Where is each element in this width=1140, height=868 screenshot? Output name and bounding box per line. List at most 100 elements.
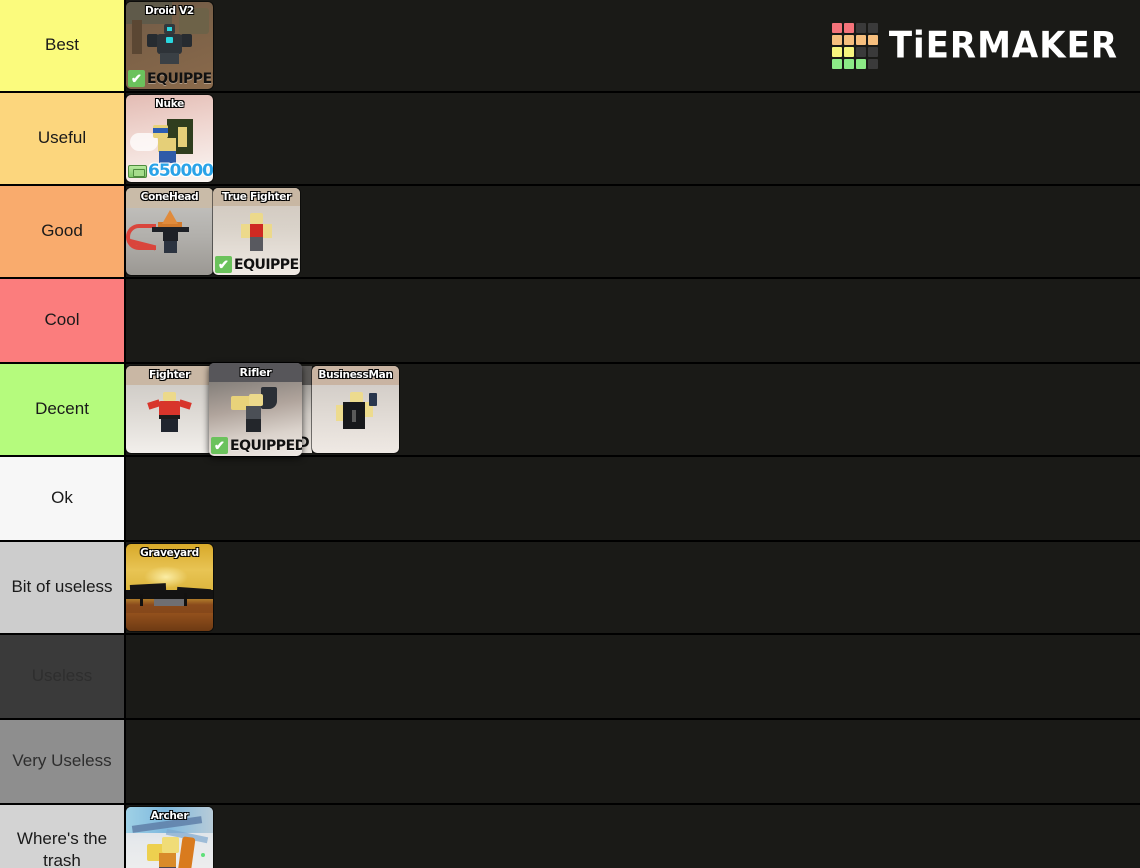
tier-item-container[interactable] [126,279,1140,362]
art-part [162,836,179,853]
art-part [166,37,173,43]
logo-grid-cell [867,22,878,33]
tier-label-useful[interactable]: Useful [0,93,126,184]
tier-label-good[interactable]: Good [0,186,126,277]
art-part [153,128,168,133]
tier-label-decent[interactable]: Decent [0,364,126,455]
item-name-label: Droid V2 [145,5,194,17]
tier-item-container[interactable] [126,457,1140,540]
art-part [160,53,179,64]
art-part [249,394,263,406]
art-part [158,138,176,152]
art-part [178,399,192,410]
tier-label-very-useless[interactable]: Very Useless [0,720,126,803]
tier-item[interactable]: Graveyard [126,544,213,631]
tier-item[interactable]: Nuke 650000 [126,95,213,182]
checkmark-icon: ✔ [215,256,232,273]
item-name-label: Rifler [239,366,272,379]
art-part [162,210,178,224]
tier-label-bit-of-useless[interactable]: Bit of useless [0,542,126,633]
item-name-label: Graveyard [140,547,199,559]
tier-label-best[interactable]: Best [0,0,126,91]
art-part [163,227,178,241]
art-part [250,237,263,251]
tier-item[interactable]: Fighter [126,366,213,453]
art-part [161,419,178,432]
art-part [163,392,176,401]
tier-list-board: BestDroid V2✔EQUIPPEDTiERMAKERUsefulNuke… [0,0,1140,868]
art-part [246,419,261,432]
tier-item-container[interactable]: Nuke 650000 [126,93,1140,184]
tier-item[interactable]: BusinessMan [312,366,399,453]
art-part [181,34,192,47]
tier-label-ok[interactable]: Ok [0,457,126,540]
tier-item[interactable]: Droid V2 ✔EQUIPPED [126,2,213,89]
logo-grid-cell [855,58,866,69]
tier-label-cool[interactable]: Cool [0,279,126,362]
tier-row: Ok [0,457,1140,542]
equipped-badge: ✔EQUIPPED [215,256,300,273]
checkmark-icon: ✔ [211,437,228,454]
tier-row: Decent Fighter Rifler ✔ EQUIPPED D BusinessMan [0,363,1140,457]
item-name-label: BusinessMan [318,369,393,381]
art-part [152,227,163,232]
logo-grid-cell [855,46,866,57]
logo-grid-icon [831,22,878,69]
tier-row: Cool [0,279,1140,364]
art-part [154,599,186,606]
art-part [126,613,213,631]
tier-row: Very Useless [0,720,1140,805]
tier-label-where-s-the-trash[interactable]: Where's the trash [0,805,126,868]
tier-item[interactable]: Archer [126,806,213,868]
item-name-label: ConeHead [140,191,199,203]
equipped-badge: ✔EQUIPPED [128,70,213,87]
tier-item-container[interactable]: ConeHead True Fighter ✔EQUIPPED [126,186,1140,277]
tier-item-container[interactable]: Fighter Rifler ✔ EQUIPPED D BusinessMan [126,363,1140,456]
logo-grid-cell [843,34,854,45]
art-part [184,593,187,606]
logo-grid-cell [831,46,842,57]
art-part [246,406,261,419]
tier-label-useless[interactable]: Useless [0,635,126,718]
art-part [352,410,356,422]
logo-grid-cell [831,58,842,69]
equipped-badge-label: EQUIPPED [147,70,213,87]
logo-grid-cell [867,58,878,69]
art-part [261,387,277,409]
art-part [132,20,142,54]
art-part [178,127,187,147]
checkmark-icon: ✔ [128,70,145,87]
tier-item[interactable]: ConeHead [126,188,213,275]
item-name-label: Archer [150,809,189,822]
item-name-label: Nuke [155,98,184,110]
art-part [177,835,196,868]
tier-item-container[interactable]: Graveyard [126,542,1140,633]
tier-item[interactable]: Rifler ✔ EQUIPPED [209,363,302,456]
art-part [140,594,143,606]
art-part [201,852,205,857]
art-part [159,852,176,867]
art-part [250,224,263,237]
logo-grid-cell [831,34,842,45]
logo-grid-cell [843,22,854,33]
cash-icon [128,164,147,178]
price-badge: 650000 [128,161,213,181]
art-part [369,393,377,406]
art-part [167,27,172,31]
tier-item-container[interactable] [126,720,1140,803]
logo-grid-cell [867,46,878,57]
item-name-label: Fighter [149,369,190,381]
tier-row: Where's the trash Archer [0,805,1140,868]
tier-item-container[interactable] [126,635,1140,718]
price-badge-label: 650000 [148,161,213,181]
logo-grid-cell [843,58,854,69]
equipped-badge-label: EQUIPPED [230,437,302,454]
tiermaker-logo: TiERMAKER [831,22,1118,69]
logo-wordmark: TiERMAKER [888,24,1118,67]
tier-row: Best Droid V2 ✔EQUIPPED TiERMAKER [0,0,1140,93]
tier-item[interactable]: True Fighter ✔EQUIPPED [213,188,300,275]
logo-grid-cell [867,34,878,45]
tier-row: Useful Nuke 650000 [0,93,1140,186]
tier-item-container[interactable]: Archer [126,805,1140,868]
item-name-label: True Fighter [222,191,291,203]
